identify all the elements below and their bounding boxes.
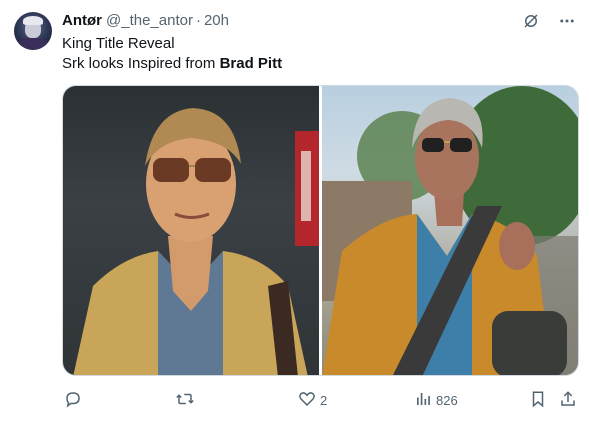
heart-icon [298, 390, 316, 411]
tweet-text-line2-prefix: Srk looks Inspired from [62, 55, 220, 72]
avatar[interactable] [14, 12, 52, 50]
like-count: 2 [320, 392, 328, 408]
bookmark-icon [530, 390, 546, 411]
author-name[interactable]: Antør [62, 12, 102, 29]
tweet-text-bold: Brad Pitt [219, 55, 283, 72]
action-bar: 2 826 [62, 388, 579, 412]
more-icon[interactable] [557, 11, 577, 31]
tweet-text-line1: King Title Reveal [62, 35, 175, 52]
top-actions [521, 11, 577, 31]
tweet-header: Antør @_the_antor · 20h [62, 10, 229, 30]
tweet[interactable]: Antør @_the_antor · 20h King Title Revea… [0, 0, 589, 421]
views-count: 826 [436, 392, 458, 408]
tweet-text-line2: Srk looks Inspired from Brad Pitt [62, 54, 282, 74]
grok-icon[interactable] [521, 11, 541, 31]
timestamp[interactable]: 20h [204, 12, 229, 29]
media-image-right[interactable] [321, 86, 578, 375]
tweet-text: King Title Reveal Srk looks Inspired fro… [62, 34, 282, 74]
views-icon [414, 390, 432, 411]
retweet-button[interactable] [175, 388, 195, 412]
media-grid [62, 85, 579, 376]
share-icon [559, 390, 577, 411]
media-image-left[interactable] [63, 86, 319, 375]
author-handle[interactable]: @_the_antor [106, 12, 193, 29]
like-button[interactable]: 2 [298, 388, 327, 412]
reply-button[interactable] [64, 388, 82, 412]
separator-dot: · [195, 11, 201, 29]
share-button[interactable] [559, 388, 577, 412]
reply-icon [64, 390, 82, 411]
retweet-icon [175, 390, 195, 411]
views-button[interactable]: 826 [414, 388, 458, 412]
bookmark-button[interactable] [530, 388, 546, 412]
